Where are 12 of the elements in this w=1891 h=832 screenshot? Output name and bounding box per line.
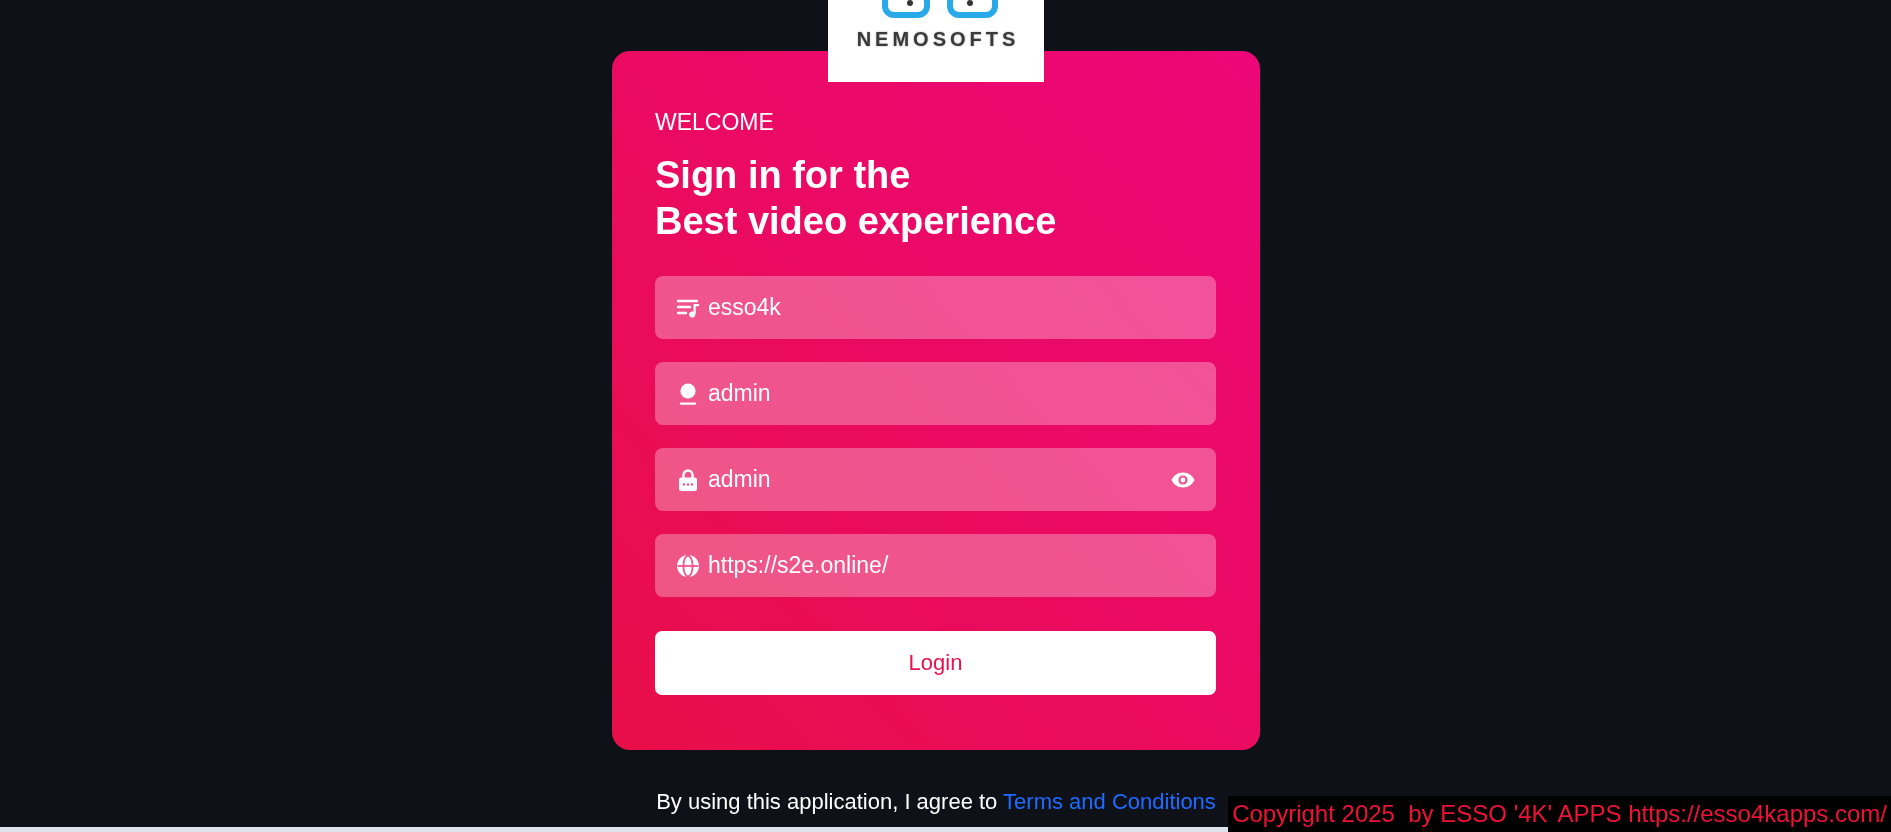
agreement-text: By using this application, I agree to Terms and Conditions <box>656 788 1216 816</box>
login-button[interactable]: Login <box>655 631 1216 695</box>
logo-icon <box>882 0 998 18</box>
eye-icon[interactable] <box>1171 471 1195 488</box>
welcome-label: WELCOME <box>655 108 775 136</box>
terms-link[interactable]: Terms and Conditions <box>1003 789 1216 814</box>
logo-wordmark: NEMOSOFTS <box>855 27 1020 51</box>
scrollbar[interactable] <box>0 827 1229 832</box>
lock-icon <box>676 467 700 492</box>
sign-in-heading: Sign in for the Best video experience <box>655 153 1058 244</box>
copyright-text: Copyright 2025 by ESSO '4K' APPS https://esso4kapps.com/ <box>1228 796 1891 832</box>
globe-icon <box>676 553 700 578</box>
